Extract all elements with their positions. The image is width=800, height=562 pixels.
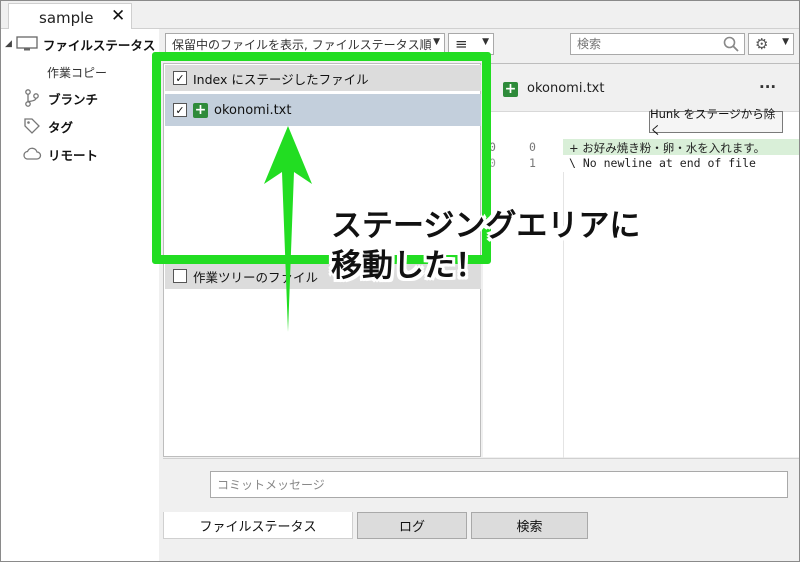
diff-line-added: 0 0 + お好み焼き粉・卵・水を入れます。 [483, 139, 799, 155]
chevron-down-icon: ▼ [433, 37, 440, 47]
sidebar-item-label: ブランチ [48, 91, 99, 107]
sidebar-item-label: ファイルステータス [42, 37, 156, 53]
gear-icon: ⚙ [755, 35, 769, 53]
added-file-icon: + [503, 81, 518, 97]
collapse-triangle-icon[interactable]: ◢ [5, 39, 12, 49]
annotation-line-1: ステージングエリアに [331, 208, 641, 244]
commit-message-input[interactable] [210, 471, 788, 498]
file-filter-dropdown[interactable]: 保留中のファイルを表示, ファイルステータス順 ▼ [165, 33, 445, 55]
sidebar-item-label: リモート [48, 147, 99, 163]
tab-search[interactable]: 検索 [471, 512, 588, 539]
commit-area [163, 458, 799, 510]
file-filter-value: 保留中のファイルを表示, ファイルステータス順 [172, 37, 432, 52]
tab-file-status[interactable]: ファイルステータス [163, 512, 353, 539]
up-arrow-icon [264, 126, 312, 332]
search-input[interactable] [570, 33, 745, 55]
sidebar-item-label: タグ [48, 119, 74, 135]
staged-files-header: ✓ Index にステージしたファイル [165, 65, 481, 91]
cloud-icon [21, 145, 43, 163]
sidebar-item-branches[interactable]: ブランチ [1, 86, 159, 110]
new-line-number: 1 [529, 156, 536, 170]
diff-line-text: + お好み焼き粉・卵・水を入れます。 [569, 141, 766, 155]
diff-line-meta: 0 1 \ No newline at end of file [483, 155, 799, 171]
tab-label: ログ [398, 520, 425, 535]
sidebar-item-remotes[interactable]: リモート [1, 142, 159, 166]
old-line-number: 0 [489, 156, 496, 170]
diff-header: + okonomi.txt ··· [483, 64, 799, 112]
monitor-icon [16, 35, 38, 53]
view-mode-dropdown[interactable]: ≡ ▼ [448, 33, 494, 55]
chevron-down-icon: ▼ [482, 37, 489, 47]
repo-tab[interactable]: sample ✕ [8, 3, 132, 30]
sidebar-item-tags[interactable]: タグ [1, 114, 159, 138]
chevron-down-icon: ▼ [782, 37, 789, 47]
branch-icon [21, 89, 43, 107]
added-file-icon: + [193, 101, 208, 118]
sidebar-item-label: 作業コピー [47, 65, 108, 80]
tag-icon [21, 117, 43, 135]
list-icon: ≡ [455, 35, 468, 53]
list-item[interactable]: ✓ + okonomi.txt [165, 94, 481, 126]
settings-dropdown[interactable]: ⚙ ▼ [748, 33, 794, 55]
toolbar: 保留中のファイルを表示, ファイルステータス順 ▼ ≡ ▼ ⚙ ▼ [160, 29, 799, 61]
sidebar-item-file-status[interactable]: ◢ ファイルステータス [1, 32, 159, 56]
old-line-number: 0 [489, 140, 496, 154]
unstage-hunk-button[interactable]: Hunk をステージから除く [649, 107, 783, 137]
stage-all-checkbox[interactable]: ✓ [173, 71, 187, 85]
diff-line-text: \ No newline at end of file [569, 156, 756, 170]
annotation-line-2: 移動した！ [331, 248, 486, 284]
file-name: okonomi.txt [214, 102, 292, 118]
staged-files-label: Index にステージしたファイル [193, 71, 369, 87]
annotation-caption: ステージングエリアに 移動した！ [331, 206, 640, 286]
sidebar: ◢ ファイルステータス 作業コピー ブランチ タグ リモート [1, 29, 159, 561]
file-checkbox[interactable]: ✓ [173, 103, 187, 117]
tab-label: ファイルステータス [199, 519, 317, 535]
sidebar-item-working-copy[interactable]: 作業コピー [1, 60, 159, 84]
tab-log[interactable]: ログ [357, 512, 467, 539]
search-icon[interactable] [723, 36, 739, 56]
close-icon[interactable]: ✕ [111, 6, 125, 26]
tab-label: 検索 [516, 520, 543, 535]
repo-tab-label: sample [39, 9, 94, 27]
stage-unstaged-checkbox[interactable] [173, 269, 187, 283]
diff-file-name: okonomi.txt [527, 81, 605, 96]
more-options-icon[interactable]: ··· [759, 78, 776, 96]
new-line-number: 0 [529, 140, 536, 154]
